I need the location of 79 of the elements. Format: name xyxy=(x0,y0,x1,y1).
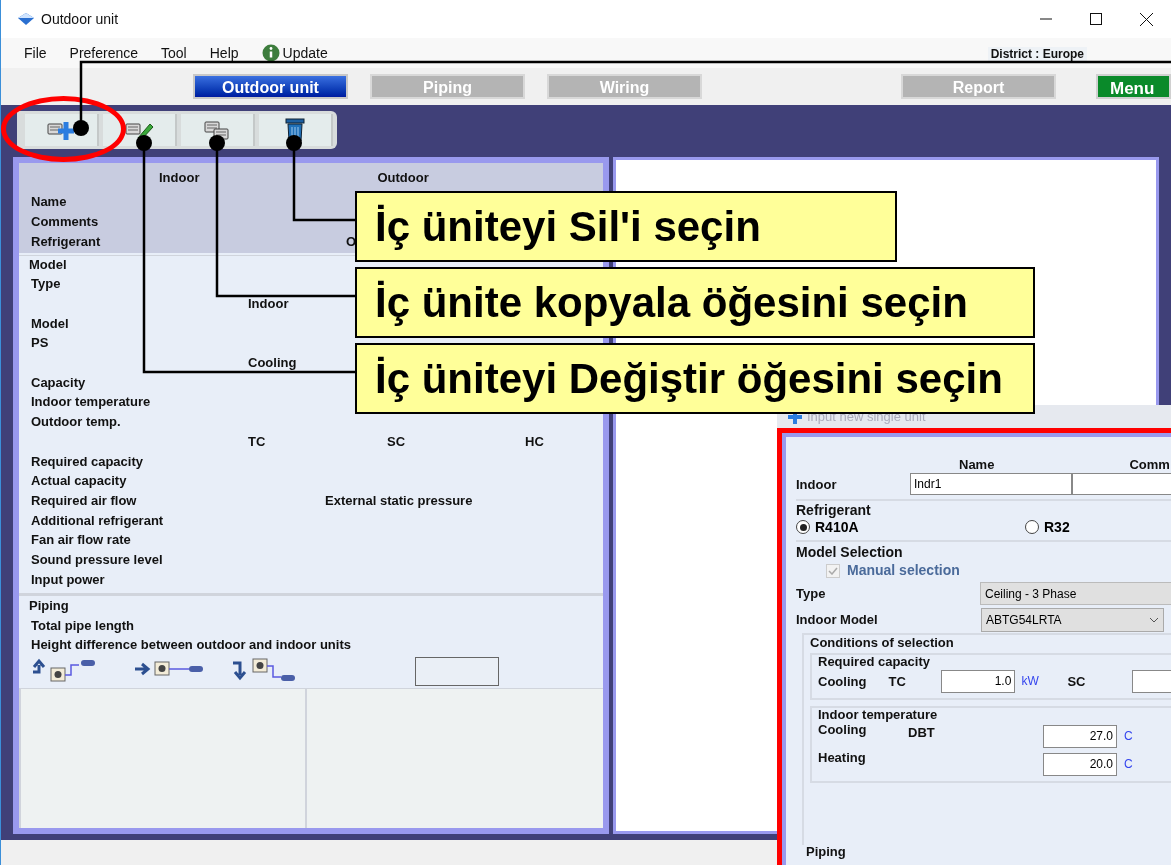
column-header: Name xyxy=(959,457,995,471)
toolbar-button[interactable] xyxy=(181,114,255,146)
field-label: Fan air flow rate xyxy=(31,533,131,547)
field-label: Sound pressure level xyxy=(31,552,163,566)
callout: İç ünite kopyala öğesini seçin xyxy=(355,267,1035,338)
group-title: Required capacity xyxy=(818,655,931,668)
toolbar-button[interactable] xyxy=(259,114,333,146)
unit-label: C xyxy=(1124,756,1133,773)
field-label: Heating xyxy=(818,751,867,764)
group-title: Conditions of selection xyxy=(810,636,955,649)
group-title: Piping xyxy=(29,599,70,615)
field-label: TC xyxy=(888,674,907,688)
chevron-down-icon xyxy=(1149,616,1159,623)
column-label: Indoor xyxy=(248,297,290,311)
field-label: Capacity xyxy=(31,375,86,389)
group-title: Model xyxy=(29,258,68,274)
field-label: Comments xyxy=(31,214,100,228)
field-label: Height difference between outdoor and indoor units xyxy=(31,638,351,651)
maximize-icon xyxy=(1090,13,1102,25)
info-icon xyxy=(261,44,280,62)
field-label: Model xyxy=(31,316,69,330)
capacity-input[interactable]: 1.0 xyxy=(941,669,1016,693)
field-label: Cooling xyxy=(818,674,868,688)
field-label: Indoor xyxy=(796,477,838,491)
radio-option[interactable]: R32 xyxy=(1025,516,1070,538)
app-logo-icon xyxy=(17,12,35,26)
menu-item[interactable]: Help xyxy=(209,46,239,60)
district-label: District : Europe xyxy=(987,47,1087,61)
field-label: SC xyxy=(1067,674,1087,688)
empty-field[interactable] xyxy=(415,656,499,686)
field-label: Type xyxy=(796,587,827,600)
type-select[interactable]: Ceiling - 3 Phase xyxy=(980,582,1171,605)
close-icon xyxy=(1139,12,1153,26)
column-label: SC xyxy=(387,434,407,448)
column-header: Outdoor xyxy=(377,171,429,187)
nav-tab[interactable]: Outdoor unit xyxy=(193,74,348,99)
menu-item[interactable]: Tool xyxy=(161,46,187,60)
group-title: Indoor temperature xyxy=(818,708,939,721)
callout: İç üniteyi Değiştir öğesini seçin xyxy=(355,343,1035,414)
menu-item[interactable]: File xyxy=(24,46,47,60)
field-label: Additional refrigerant xyxy=(31,513,164,527)
callout: İç üniteyi Sil'i seçin xyxy=(355,191,897,262)
toolbar-button[interactable] xyxy=(25,114,99,146)
field-value: O xyxy=(346,234,357,248)
column-header: Indoor xyxy=(159,171,200,187)
field-label: Type xyxy=(31,277,61,291)
column-label: Cooling xyxy=(248,356,298,370)
field-label: Actual capacity xyxy=(31,474,127,488)
group-title: Model Selection xyxy=(796,545,904,559)
menu-item[interactable]: Preference xyxy=(69,46,139,60)
field-label: Cooling xyxy=(818,723,868,736)
field-label: Refrigerant xyxy=(31,234,102,248)
model-select[interactable]: ABTG54LRTA xyxy=(981,607,1164,632)
field-label: Outdoor temp. xyxy=(31,415,121,429)
field-label: Indoor Model xyxy=(796,613,879,626)
field-label: Indoor temperature xyxy=(31,395,151,409)
temperature-input[interactable]: 20.0 xyxy=(1043,752,1117,776)
field-label: PS xyxy=(31,336,49,350)
field-label: Total pipe length xyxy=(31,619,135,632)
field-label: Required air flow xyxy=(31,493,138,507)
temperature-input[interactable]: 27.0 xyxy=(1043,724,1117,748)
group-title: Piping xyxy=(806,845,847,858)
menu-button[interactable]: Menu xyxy=(1096,74,1171,99)
column-label: TC xyxy=(248,434,267,448)
unit-label: kW xyxy=(1021,673,1040,690)
window-title: Outdoor unit xyxy=(41,9,119,29)
column-header: Comm xyxy=(1129,457,1170,471)
field-label: Required capacity xyxy=(31,454,143,468)
field-label: Name xyxy=(31,194,68,208)
field-label: DBT xyxy=(908,725,935,740)
menu-item[interactable]: Update xyxy=(261,44,328,62)
name-input[interactable]: Indr1 xyxy=(910,473,1072,495)
comments-input[interactable] xyxy=(1072,473,1171,495)
minimize-icon xyxy=(1040,18,1052,20)
unit-label: C xyxy=(1124,728,1133,745)
group-title: Refrigerant xyxy=(796,503,872,517)
field-label: External static pressure xyxy=(325,493,473,507)
column-label: HC xyxy=(525,434,545,448)
field-label: Input power xyxy=(31,572,105,586)
